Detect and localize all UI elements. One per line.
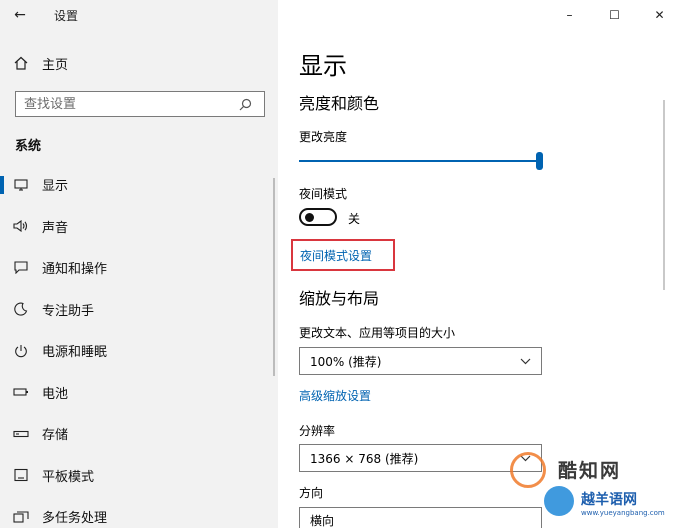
orientation-label: 方向	[299, 486, 324, 500]
text-size-label: 更改文本、应用等项目的大小	[299, 326, 456, 340]
page-title: 显示	[299, 52, 347, 80]
sidebar-nav: 显示 声音 通知和操作 专注助手 电源和睡眠 电池 存储 平板模式 多任务处理	[0, 164, 278, 528]
slider-track	[299, 160, 543, 162]
night-light-settings-link[interactable]: 夜间模式设置	[300, 247, 372, 264]
app-title: 设置	[54, 8, 79, 23]
maximize-icon: ☐	[609, 8, 620, 22]
sidebar-item-label: 存储	[42, 428, 69, 444]
moon-icon	[0, 302, 42, 316]
sidebar-item-label: 电池	[42, 386, 69, 402]
brightness-slider[interactable]	[299, 152, 543, 172]
advanced-scaling-link[interactable]: 高级缩放设置	[299, 387, 371, 404]
watermark-logo-dot	[544, 486, 574, 516]
highlight-box: 夜间模式设置	[291, 239, 395, 271]
night-light-toggle[interactable]	[299, 208, 337, 226]
search-box[interactable]	[15, 91, 265, 117]
orientation-dropdown-value: 横向	[310, 513, 335, 528]
watermark-url: www.yueyangbang.com	[581, 509, 665, 517]
multitask-icon	[0, 511, 42, 523]
battery-icon	[0, 387, 42, 397]
sidebar-item-display[interactable]: 显示	[0, 164, 278, 206]
chevron-down-icon	[520, 354, 531, 368]
watermark-title: 酷知网	[558, 460, 622, 482]
sidebar-scrollbar[interactable]	[273, 178, 275, 376]
toggle-knob	[305, 213, 314, 222]
speaker-icon	[0, 220, 42, 233]
scale-dropdown[interactable]: 100% (推荐)	[299, 347, 542, 375]
sidebar-item-notifications[interactable]: 通知和操作	[0, 247, 278, 289]
sidebar-item-battery[interactable]: 电池	[0, 372, 278, 414]
section-label-system: 系统	[15, 139, 42, 154]
night-light-label: 夜间模式	[299, 187, 348, 201]
sidebar-item-label: 通知和操作	[42, 262, 108, 278]
sidebar-item-label: 多任务处理	[42, 511, 108, 527]
sidebar-item-home[interactable]: 主页	[0, 50, 278, 76]
home-icon	[0, 56, 42, 70]
monitor-icon	[0, 179, 42, 191]
maximize-button[interactable]: ☐	[592, 0, 637, 30]
home-label: 主页	[42, 57, 69, 73]
sidebar-item-label: 声音	[42, 220, 69, 236]
watermark-subtitle: 越羊语网	[581, 492, 637, 508]
sidebar-item-label: 电源和睡眠	[42, 345, 108, 361]
close-button[interactable]: ✕	[637, 0, 682, 30]
watermark: 酷知网 越羊语网 www.yueyangbang.com	[480, 438, 682, 528]
search-input[interactable]	[16, 96, 231, 112]
minimize-button[interactable]: –	[547, 0, 592, 30]
sidebar-item-label: 显示	[42, 179, 69, 195]
storage-icon	[0, 429, 42, 439]
sidebar-item-label: 专注助手	[42, 303, 95, 319]
sidebar-item-sound[interactable]: 声音	[0, 206, 278, 248]
section-heading-brightness: 亮度和颜色	[299, 94, 380, 113]
back-button[interactable]: ←	[0, 0, 40, 30]
notification-icon	[0, 261, 42, 275]
close-icon: ✕	[654, 8, 665, 22]
scale-dropdown-value: 100% (推荐)	[310, 354, 382, 369]
resolution-dropdown-value: 1366 × 768 (推荐)	[310, 451, 419, 466]
title-bar-left: ← 设置	[0, 0, 278, 30]
minimize-icon: –	[566, 8, 573, 22]
brightness-label: 更改亮度	[299, 130, 348, 144]
sidebar: ← 设置 主页 系统 显示 声音	[0, 0, 278, 528]
sidebar-item-multitasking[interactable]: 多任务处理	[0, 496, 278, 528]
sidebar-item-label: 平板模式	[42, 469, 95, 485]
back-arrow-icon: ←	[14, 7, 26, 23]
search-icon[interactable]	[231, 98, 259, 111]
watermark-logo-circle	[510, 452, 546, 488]
sidebar-item-tablet-mode[interactable]: 平板模式	[0, 455, 278, 497]
content-scrollbar[interactable]	[663, 100, 665, 290]
resolution-label: 分辨率	[299, 424, 336, 438]
window-controls: – ☐ ✕	[547, 0, 682, 30]
sidebar-item-power-sleep[interactable]: 电源和睡眠	[0, 330, 278, 372]
section-heading-scale: 缩放与布局	[299, 289, 380, 308]
tablet-icon	[0, 468, 42, 482]
toggle-state-label: 关	[348, 212, 361, 226]
power-icon	[0, 344, 42, 358]
sidebar-item-storage[interactable]: 存储	[0, 413, 278, 455]
slider-thumb[interactable]	[536, 152, 543, 170]
sidebar-item-focus-assist[interactable]: 专注助手	[0, 289, 278, 331]
